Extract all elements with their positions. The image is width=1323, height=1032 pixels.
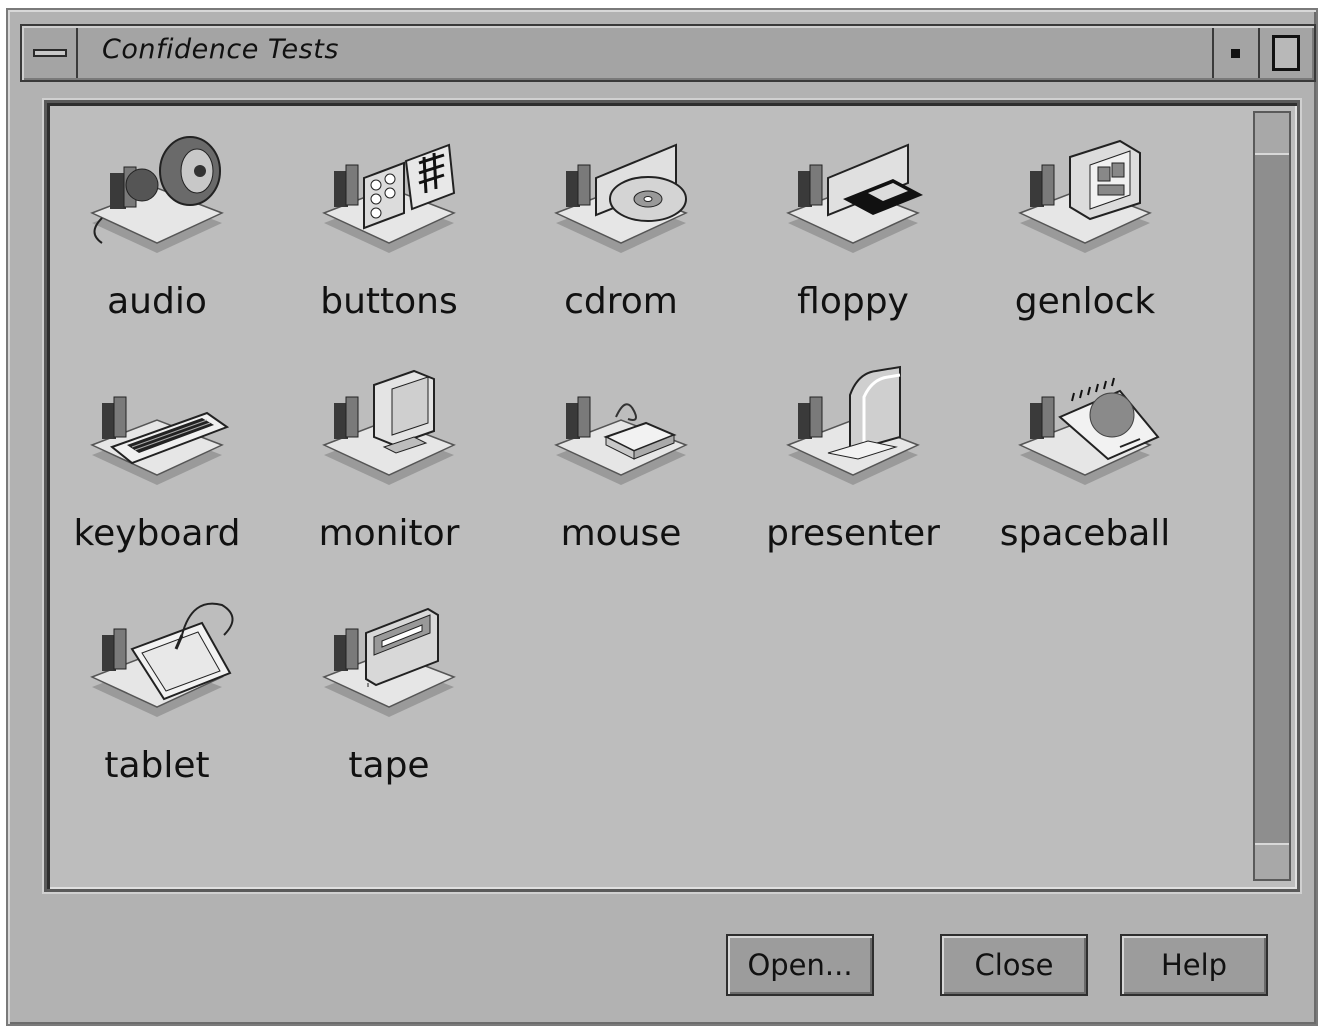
icon-label: spaceball — [999, 513, 1171, 554]
tablet-icon — [90, 602, 234, 717]
icon-item-tape[interactable]: tape — [289, 587, 489, 807]
icon-item-tablet[interactable]: tablet — [57, 587, 257, 807]
icon-item-audio[interactable]: audio — [57, 123, 257, 343]
icon-item-mouse[interactable]: mouse — [521, 355, 721, 575]
icon-label: tape — [348, 745, 430, 786]
spaceball-icon — [1018, 377, 1160, 485]
icon-label: cdrom — [564, 281, 678, 322]
icon-item-buttons[interactable]: buttons — [289, 123, 489, 343]
maximize-button[interactable] — [1258, 28, 1312, 78]
vertical-scrollbar[interactable] — [1253, 111, 1291, 881]
icon-item-keyboard[interactable]: keyboard — [57, 355, 257, 575]
minimize-icon — [1230, 48, 1240, 58]
icon-label: monitor — [318, 513, 460, 554]
window-menu-button[interactable] — [24, 28, 78, 78]
minimize-button[interactable] — [1212, 28, 1256, 78]
confidence-tests-window: Confidence Tests audio buttons cdrom flo… — [6, 8, 1318, 1026]
maximize-icon — [1272, 35, 1300, 71]
keyboard-icon — [90, 396, 230, 485]
genlock-icon — [1018, 139, 1152, 253]
icon-label: buttons — [320, 281, 458, 322]
icon-label: audio — [107, 281, 207, 322]
icon-item-cdrom[interactable]: cdrom — [521, 123, 721, 343]
buttons-icon — [322, 143, 456, 253]
icon-label: presenter — [766, 513, 940, 554]
icon-label: mouse — [560, 513, 682, 554]
icon-label: genlock — [1014, 281, 1156, 322]
audio-icon — [90, 136, 224, 253]
icon-item-presenter[interactable]: presenter — [753, 355, 953, 575]
icon-label: keyboard — [73, 513, 241, 554]
tape-icon — [322, 607, 456, 717]
cdrom-icon — [554, 143, 688, 253]
window-menu-icon — [33, 49, 67, 57]
window-title: Confidence Tests — [102, 34, 339, 65]
icon-item-genlock[interactable]: genlock — [985, 123, 1185, 343]
presenter-icon — [786, 365, 920, 485]
icon-label: floppy — [797, 281, 909, 322]
scrollbar-top-arrow[interactable] — [1255, 113, 1289, 155]
monitor-icon — [322, 369, 456, 485]
open-button[interactable]: Open... — [726, 934, 874, 996]
mouse-icon — [554, 396, 688, 485]
help-button[interactable]: Help — [1120, 934, 1268, 996]
scrollbar-bottom-arrow[interactable] — [1255, 843, 1289, 879]
icon-view-pane: audio buttons cdrom floppy genlock keybo… — [44, 100, 1300, 892]
close-button[interactable]: Close — [940, 934, 1088, 996]
icon-label: tablet — [104, 745, 210, 786]
icon-item-spaceball[interactable]: spaceball — [985, 355, 1185, 575]
icon-item-monitor[interactable]: monitor — [289, 355, 489, 575]
icon-item-floppy[interactable]: floppy — [753, 123, 953, 343]
floppy-icon — [786, 143, 923, 253]
title-bar[interactable]: Confidence Tests — [20, 24, 1316, 82]
